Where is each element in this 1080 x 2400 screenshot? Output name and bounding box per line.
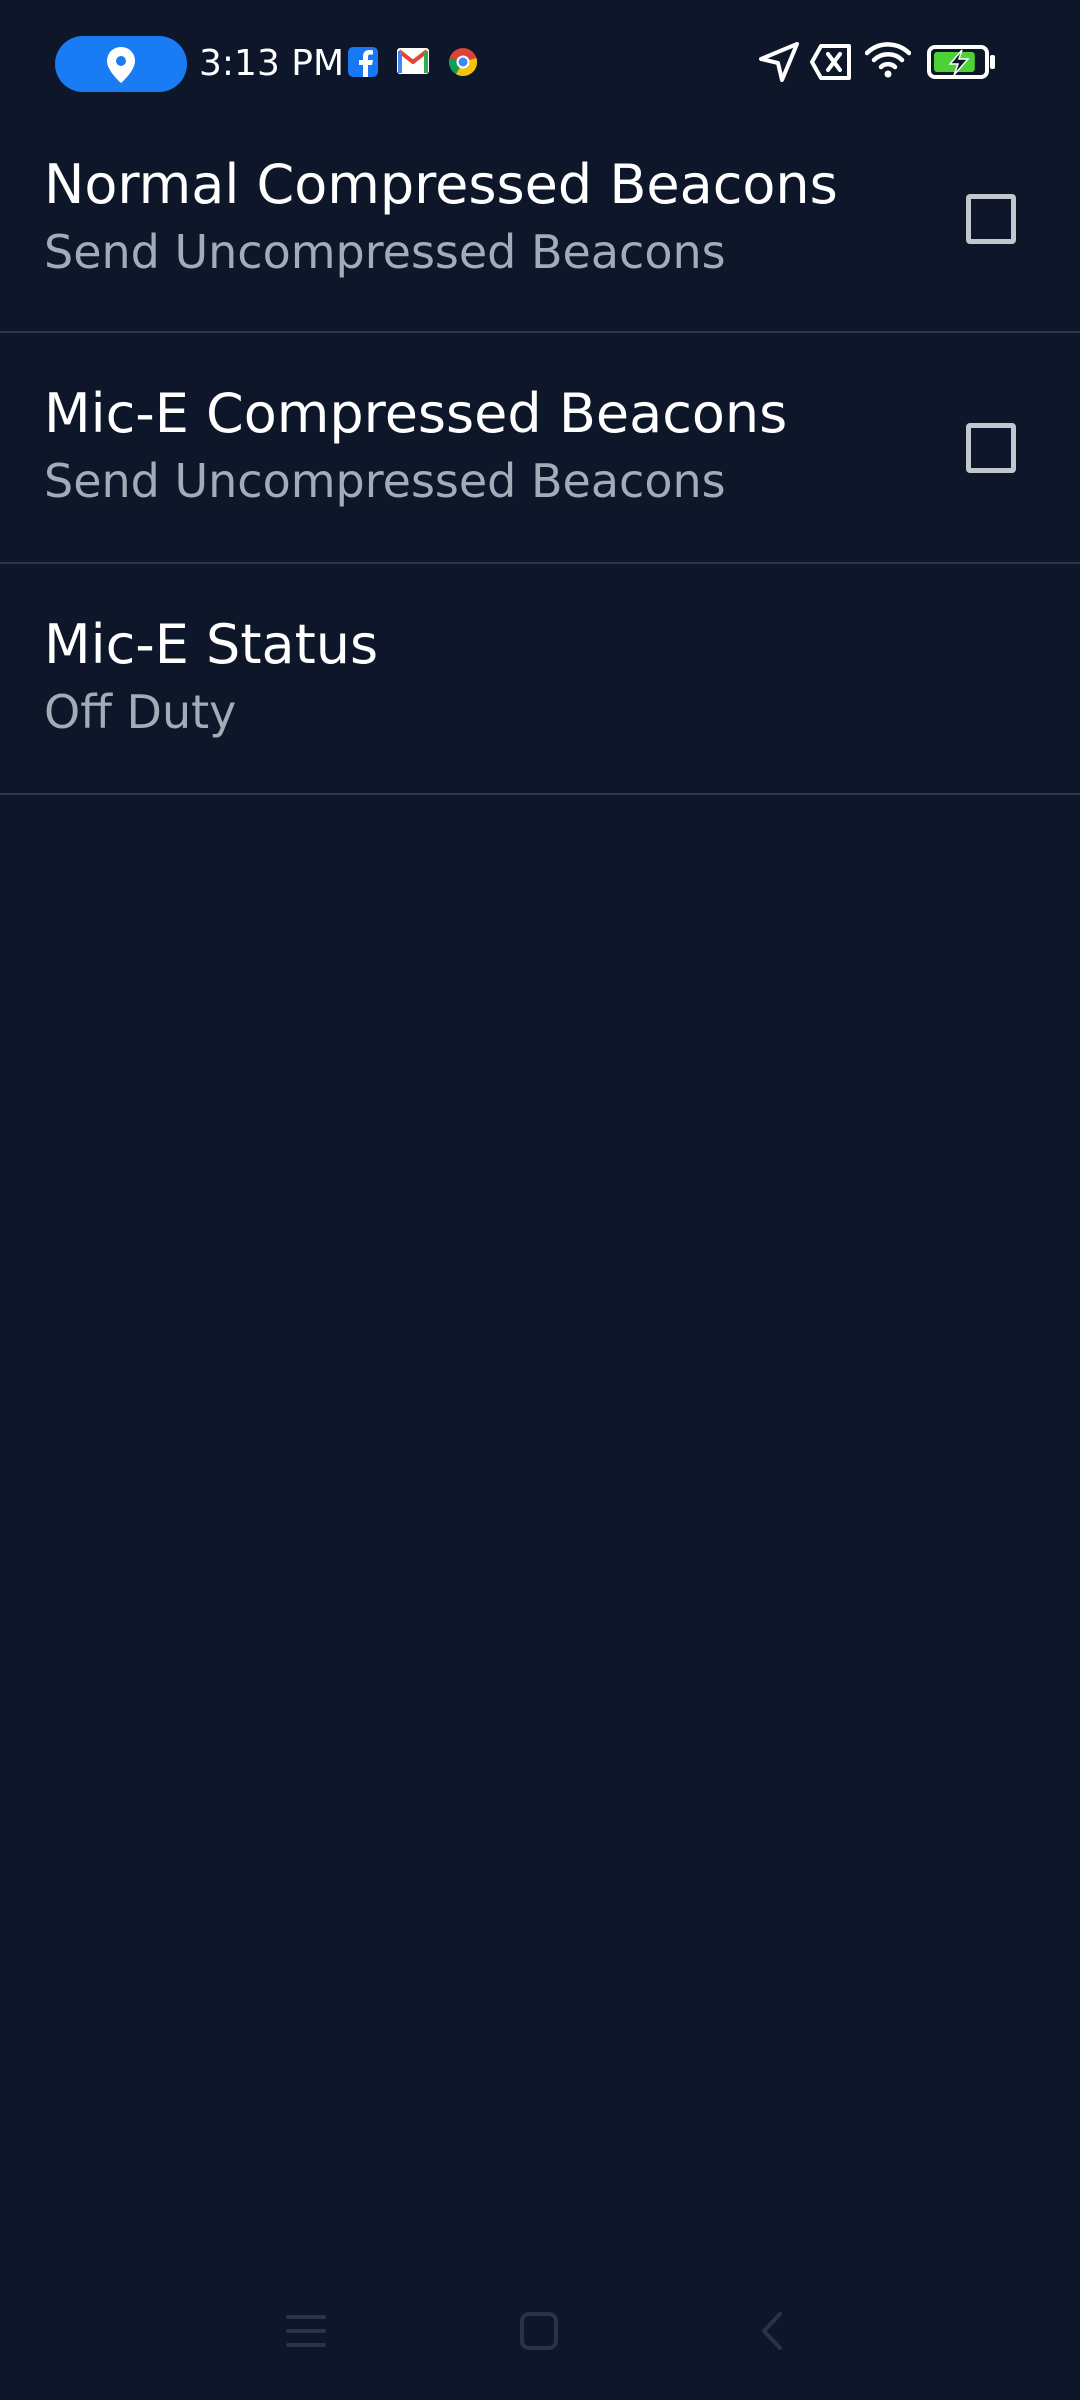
navigation-arrow-icon [759,42,799,82]
pref-mic-e-compressed-beacons[interactable]: Mic-E Compressed Beacons Send Uncompress… [0,333,1080,564]
location-pin-icon [107,47,135,83]
pref-summary: Off Duty [44,685,237,739]
preferences-list: Normal Compressed Beacons Send Uncompres… [0,100,1080,795]
facebook-icon [348,47,378,77]
pref-mic-e-status[interactable]: Mic-E Status Off Duty [0,564,1080,795]
mic-e-compressed-beacons-checkbox[interactable] [966,423,1016,473]
back-chevron-icon[interactable] [752,2310,794,2352]
status-clock: 3:13 PM [199,43,345,84]
no-sim-icon [810,44,851,80]
menu-icon[interactable] [285,2310,327,2352]
pref-summary: Send Uncompressed Beacons [44,454,726,508]
home-square-icon[interactable] [518,2310,560,2352]
wifi-icon [865,42,911,78]
location-active-pill[interactable] [55,36,187,92]
normal-compressed-beacons-checkbox[interactable] [966,194,1016,244]
pref-summary: Send Uncompressed Beacons [44,225,726,279]
pref-title: Normal Compressed Beacons [44,153,838,216]
pref-normal-compressed-beacons[interactable]: Normal Compressed Beacons Send Uncompres… [0,100,1080,333]
chrome-icon [448,48,478,77]
navigation-bar [0,2290,1080,2380]
pref-title: Mic-E Status [44,613,379,676]
pref-title: Mic-E Compressed Beacons [44,382,788,445]
battery-charging-icon [927,45,995,79]
gmail-icon [397,48,429,74]
